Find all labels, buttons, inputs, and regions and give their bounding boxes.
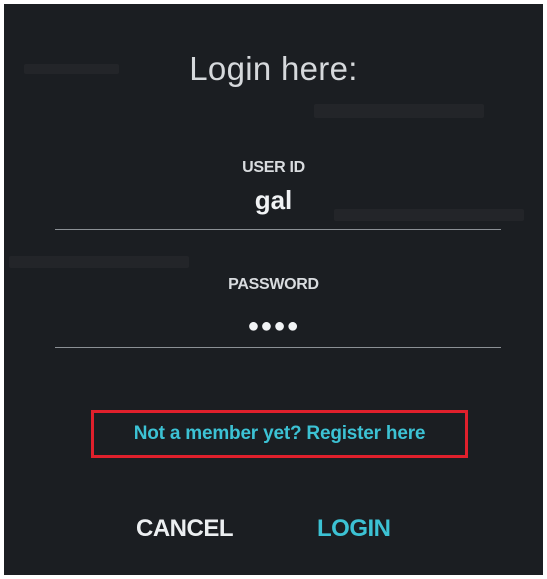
background-artifact	[9, 256, 189, 268]
login-dialog: Login here: USER ID gal PASSWORD ●●●● No…	[4, 4, 543, 575]
background-artifact	[314, 104, 484, 118]
user-id-field[interactable]: gal	[4, 185, 543, 216]
register-link[interactable]: Not a member yet? Register here	[134, 423, 426, 445]
password-field[interactable]: ●●●●	[4, 315, 543, 338]
register-link-highlight: Not a member yet? Register here	[91, 410, 468, 458]
dialog-title: Login here:	[189, 50, 358, 87]
user-id-underline	[55, 229, 501, 230]
password-label: PASSWORD	[228, 276, 319, 293]
user-id-label: USER ID	[242, 159, 305, 176]
login-button[interactable]: LOGIN	[317, 515, 391, 543]
cancel-button[interactable]: CANCEL	[136, 515, 234, 543]
password-underline	[55, 347, 501, 348]
